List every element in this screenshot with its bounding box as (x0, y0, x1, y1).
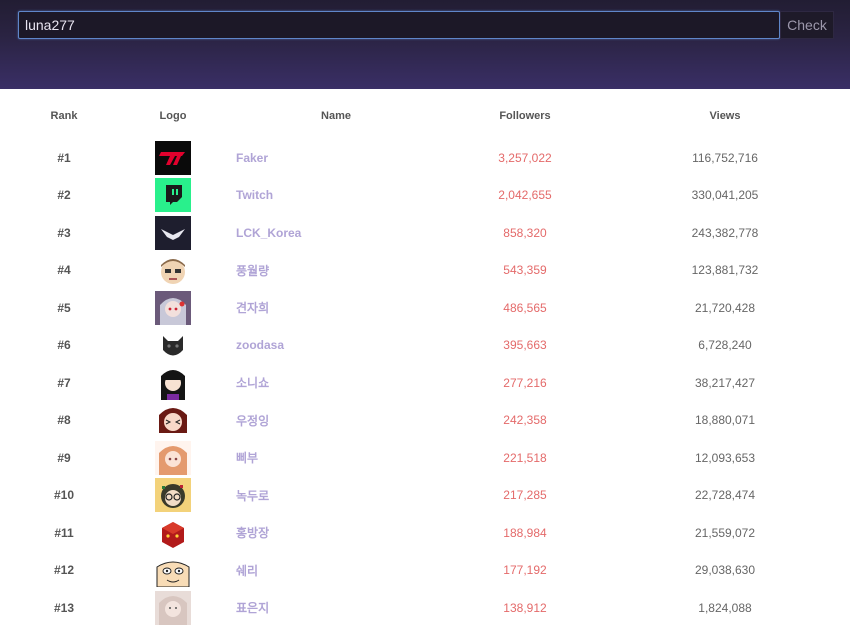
views-cell: 22,728,474 (694, 488, 756, 503)
lck-logo-icon (155, 214, 191, 252)
table-row: #6 zoodasa 395,663 6,728,240 (0, 327, 850, 365)
header-rank: Rank (50, 110, 78, 122)
table-row: #3 LCK_Korea 858,320 243,382,778 (0, 214, 850, 252)
streamer-name-link[interactable]: 쉐리 (236, 552, 436, 590)
table-row: #1 Faker 3,257,022 116,752,716 (0, 139, 850, 177)
followers-cell: 217,285 (503, 488, 547, 503)
rank-cell: #10 (53, 488, 75, 503)
followers-cell: 277,216 (503, 375, 547, 390)
header-name: Name (321, 110, 351, 122)
views-cell: 6,728,240 (698, 338, 752, 353)
header-followers: Followers (499, 110, 551, 122)
cat-avatar-icon (155, 327, 191, 365)
rank-cell: #8 (57, 413, 71, 428)
views-cell: 21,559,072 (694, 525, 756, 540)
rank-cell: #11 (54, 525, 74, 540)
table-row: #11 홍방장 188,984 21,559,072 (0, 514, 850, 552)
followers-cell: 486,565 (503, 300, 547, 315)
streamer-name-link[interactable]: 소니쇼 (236, 364, 436, 402)
views-cell: 116,752,716 (692, 150, 758, 165)
avatar-icon (155, 289, 191, 327)
views-cell: 1,824,088 (698, 600, 752, 615)
rank-cell: #4 (57, 263, 71, 278)
rank-cell: #7 (57, 375, 71, 390)
t1-logo-icon (155, 139, 191, 177)
streamer-name-link[interactable]: Faker (236, 139, 436, 177)
streamer-name-link[interactable]: 견자희 (236, 289, 436, 327)
table-row: #2 Twitch 2,042,655 330,041,205 (0, 177, 850, 215)
followers-cell: 858,320 (503, 225, 547, 240)
table-row: #4 풍월량 543,359 123,881,732 (0, 252, 850, 290)
table-header-row: Rank Logo Name Followers Views (0, 89, 850, 139)
search-input[interactable] (18, 11, 780, 39)
views-cell: 12,093,653 (694, 450, 756, 465)
table-row: #7 소니쇼 277,216 38,217,427 (0, 364, 850, 402)
streamer-name-link[interactable]: 삐부 (236, 439, 436, 477)
streamer-name-link[interactable]: 우정잉 (236, 402, 436, 440)
twitch-logo-icon (155, 177, 191, 215)
views-cell: 18,880,071 (694, 413, 756, 428)
table-row: #10 녹두로 217,285 22,728,474 (0, 477, 850, 515)
rank-cell: #6 (57, 338, 71, 353)
table-row: #12 쉐리 177,192 29,038,630 (0, 552, 850, 590)
streamer-name-link[interactable]: 풍월량 (236, 252, 436, 290)
followers-cell: 242,358 (503, 413, 547, 428)
followers-cell: 188,984 (503, 525, 547, 540)
header-logo: Logo (159, 110, 187, 122)
rank-cell: #3 (57, 225, 71, 240)
rank-cell: #13 (53, 600, 75, 615)
avatar-icon (155, 514, 191, 552)
followers-cell: 395,663 (503, 338, 547, 353)
rank-cell: #5 (57, 300, 71, 315)
avatar-icon (155, 364, 191, 402)
table-row: #13 표은지 138,912 1,824,088 (0, 589, 850, 627)
views-cell: 330,041,205 (691, 188, 759, 203)
ranking-table: Rank Logo Name Followers Views #1 Faker 3,… (0, 89, 850, 627)
followers-cell: 3,257,022 (498, 150, 552, 165)
avatar-icon (155, 439, 191, 477)
followers-cell: 543,359 (503, 263, 547, 278)
header-bar: Check (0, 0, 850, 89)
avatar-icon (155, 477, 191, 515)
avatar-icon (155, 252, 191, 290)
table-row: #8 우정잉 242,358 18,880,071 (0, 402, 850, 440)
views-cell: 243,382,778 (691, 225, 759, 240)
streamer-name-link[interactable]: LCK_Korea (236, 214, 436, 252)
streamer-name-link[interactable]: 표은지 (236, 589, 436, 627)
views-cell: 123,881,732 (691, 263, 759, 278)
views-cell: 21,720,428 (694, 300, 756, 315)
avatar-icon (155, 552, 191, 590)
table-row: #9 삐부 221,518 12,093,653 (0, 439, 850, 477)
streamer-name-link[interactable]: zoodasa (236, 327, 436, 365)
followers-cell: 177,192 (503, 563, 547, 578)
followers-cell: 2,042,655 (498, 188, 552, 203)
views-cell: 38,217,427 (694, 375, 756, 390)
rank-cell: #12 (53, 563, 75, 578)
table-row: #5 견자희 486,565 21,720,428 (0, 289, 850, 327)
streamer-name-link[interactable]: 홍방장 (236, 514, 436, 552)
views-cell: 29,038,630 (694, 563, 756, 578)
rank-cell: #1 (57, 150, 71, 165)
check-button[interactable]: Check (780, 11, 834, 39)
header-views: Views (709, 110, 741, 122)
followers-cell: 138,912 (503, 600, 547, 615)
streamer-name-link[interactable]: 녹두로 (236, 477, 436, 515)
rank-cell: #2 (57, 188, 71, 203)
streamer-name-link[interactable]: Twitch (236, 177, 436, 215)
avatar-icon (155, 402, 191, 440)
rank-cell: #9 (57, 450, 71, 465)
avatar-icon (155, 589, 191, 627)
followers-cell: 221,518 (503, 450, 547, 465)
